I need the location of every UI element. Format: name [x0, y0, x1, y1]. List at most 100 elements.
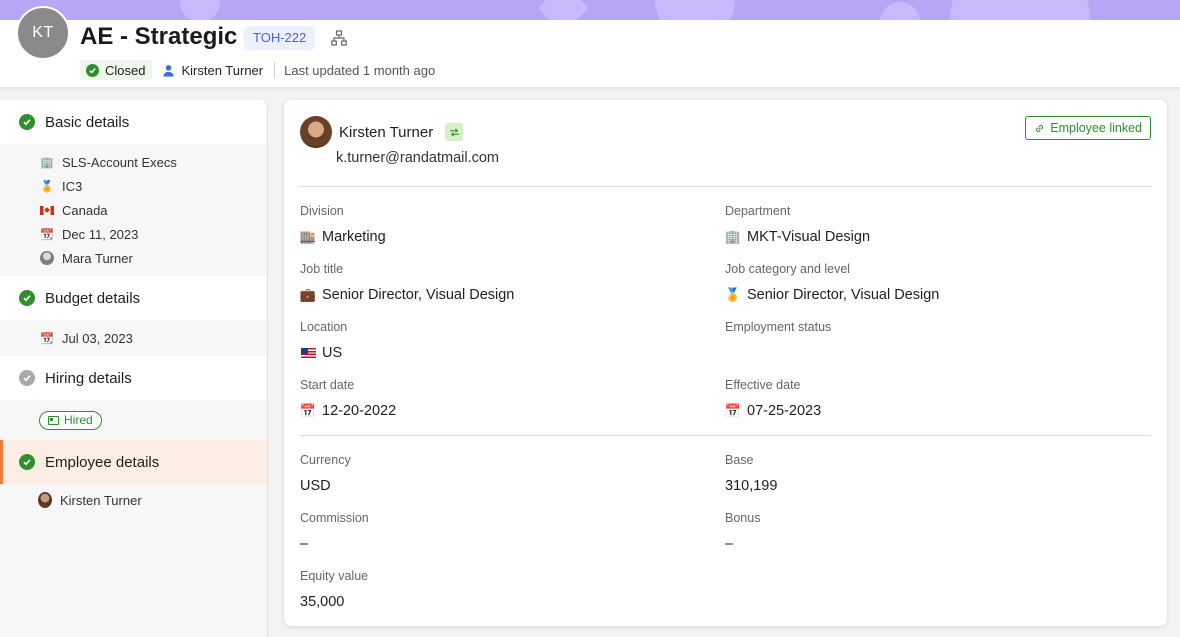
sidebar-section-employee-details[interactable]: Employee details	[0, 440, 267, 484]
canada-flag-icon	[40, 205, 54, 215]
sidebar-section-hiring-details[interactable]: Hiring details	[0, 356, 267, 400]
sidebar-section-basic-details[interactable]: Basic details	[0, 100, 267, 144]
field-label: Start date	[300, 378, 355, 392]
employee-linked-label: Employee linked	[1050, 121, 1142, 135]
field-currency: Currency USD	[300, 453, 700, 495]
employee-name[interactable]: Kirsten Turner	[339, 124, 433, 141]
list-item-label: Canada	[62, 202, 108, 218]
field-label: Department	[725, 204, 791, 218]
field-label: Commission	[300, 511, 369, 525]
field-label: Job category and level	[725, 262, 851, 276]
list-item-label: Kirsten Turner	[60, 492, 142, 508]
status-label: Closed	[105, 62, 146, 78]
check-circle-icon	[86, 63, 99, 77]
field-value: –	[300, 536, 309, 552]
calendar-icon: 📅	[724, 403, 742, 418]
medal-icon: 🏅	[724, 287, 742, 302]
employee-details-card: Kirsten Turner k.turner@randatmail.com E…	[284, 100, 1167, 626]
field-label: Bonus	[725, 511, 761, 525]
section-title: Budget details	[45, 289, 141, 307]
list-item: Canada	[40, 198, 267, 222]
section-summary: Hired	[0, 400, 267, 440]
medal-icon: 🏅	[40, 180, 54, 193]
field-start-date: Start date 📅 12-20-2022	[300, 378, 700, 420]
list-item: Mara Turner	[40, 246, 267, 270]
check-circle-icon	[19, 370, 35, 386]
field-label: Job title	[300, 262, 344, 276]
avatar: KT	[16, 6, 70, 60]
field-label: Location	[300, 320, 348, 334]
list-item-label: Jul 03, 2023	[62, 330, 133, 346]
sidebar-section-budget-details[interactable]: Budget details	[0, 276, 267, 320]
field-commission: Commission –	[300, 511, 700, 553]
avatar	[40, 251, 54, 265]
hired-badge: Hired	[39, 410, 102, 430]
field-value: –	[725, 536, 734, 552]
field-value: Marketing	[322, 229, 386, 245]
field-value: US	[322, 345, 343, 361]
badge-label: Hired	[64, 413, 93, 427]
field-value: 35,000	[300, 594, 345, 610]
id-badge[interactable]: TOH-222	[244, 26, 316, 50]
field-job-category: Job category and level 🏅 Senior Director,…	[725, 262, 1125, 304]
field-department: Department 🏢 MKT-Visual Design	[725, 204, 1125, 246]
field-value: 310,199	[725, 478, 778, 494]
field-division: Division 🏬 Marketing	[300, 204, 700, 246]
field-employment-status: Employment status	[725, 320, 1125, 362]
divider	[274, 62, 276, 78]
section-summary: 📆 Jul 03, 2023	[0, 320, 267, 356]
employee-avatar	[300, 116, 332, 148]
list-item: 🏅 IC3	[40, 174, 267, 198]
field-value: Senior Director, Visual Design	[322, 287, 515, 303]
section-title: Employee details	[45, 453, 160, 471]
field-label: Currency	[300, 453, 351, 467]
employee-header: Kirsten Turner	[300, 116, 464, 148]
field-value: 12-20-2022	[322, 403, 397, 419]
section-summary: 🏢 SLS-Account Execs 🏅 IC3 Canada 📆 Dec 1…	[0, 144, 267, 276]
status-badge: Closed	[80, 60, 153, 80]
list-item-label: Dec 11, 2023	[62, 226, 139, 242]
avatar	[38, 492, 52, 508]
list-item: 📆 Dec 11, 2023	[40, 222, 267, 246]
owner[interactable]: Kirsten Turner	[162, 63, 263, 78]
calendar-icon: 📆	[40, 332, 54, 345]
field-bonus: Bonus –	[725, 511, 1125, 553]
check-circle-icon	[19, 290, 35, 306]
id-card-icon	[48, 415, 59, 425]
owner-name: Kirsten Turner	[181, 62, 264, 78]
field-label: Equity value	[300, 569, 369, 583]
divider	[300, 186, 1151, 187]
calendar-icon: 📆	[40, 228, 54, 241]
page-title: AE - Strategic	[80, 23, 238, 50]
field-value: MKT-Visual Design	[747, 229, 871, 245]
list-item: 🏢 SLS-Account Execs	[40, 150, 267, 174]
field-label: Effective date	[725, 378, 801, 392]
link-icon	[1036, 124, 1044, 132]
sync-icon[interactable]	[445, 123, 464, 141]
employee-email: k.turner@randatmail.com	[336, 150, 499, 166]
briefcase-icon: 💼	[299, 287, 317, 302]
list-item: 📆 Jul 03, 2023	[40, 326, 267, 350]
field-value: Senior Director, Visual Design	[747, 287, 940, 303]
section-summary: Kirsten Turner	[0, 484, 267, 516]
field-effective-date: Effective date 📅 07-25-2023	[725, 378, 1125, 420]
list-item-label: Mara Turner	[62, 250, 133, 266]
employee-linked-button[interactable]: Employee linked	[1025, 116, 1151, 140]
check-circle-icon	[19, 114, 35, 130]
section-title: Hiring details	[45, 369, 132, 387]
list-item: Hired	[39, 406, 267, 434]
field-location: Location US	[300, 320, 700, 362]
org-chart-icon[interactable]	[331, 30, 347, 46]
field-equity-value: Equity value 35,000	[300, 569, 700, 611]
office-building-icon: 🏬	[299, 229, 317, 244]
list-item-label: IC3	[62, 178, 83, 194]
field-value: USD	[300, 478, 331, 494]
building-icon: 🏢	[40, 156, 54, 169]
check-circle-icon	[19, 454, 35, 470]
last-updated: Last updated 1 month ago	[284, 62, 436, 78]
field-label: Employment status	[725, 320, 832, 334]
field-value: 07-25-2023	[747, 403, 822, 419]
field-base: Base 310,199	[725, 453, 1125, 495]
field-label: Base	[725, 453, 754, 467]
status-bar: Closed Kirsten Turner Last updated 1 mon…	[80, 60, 435, 80]
